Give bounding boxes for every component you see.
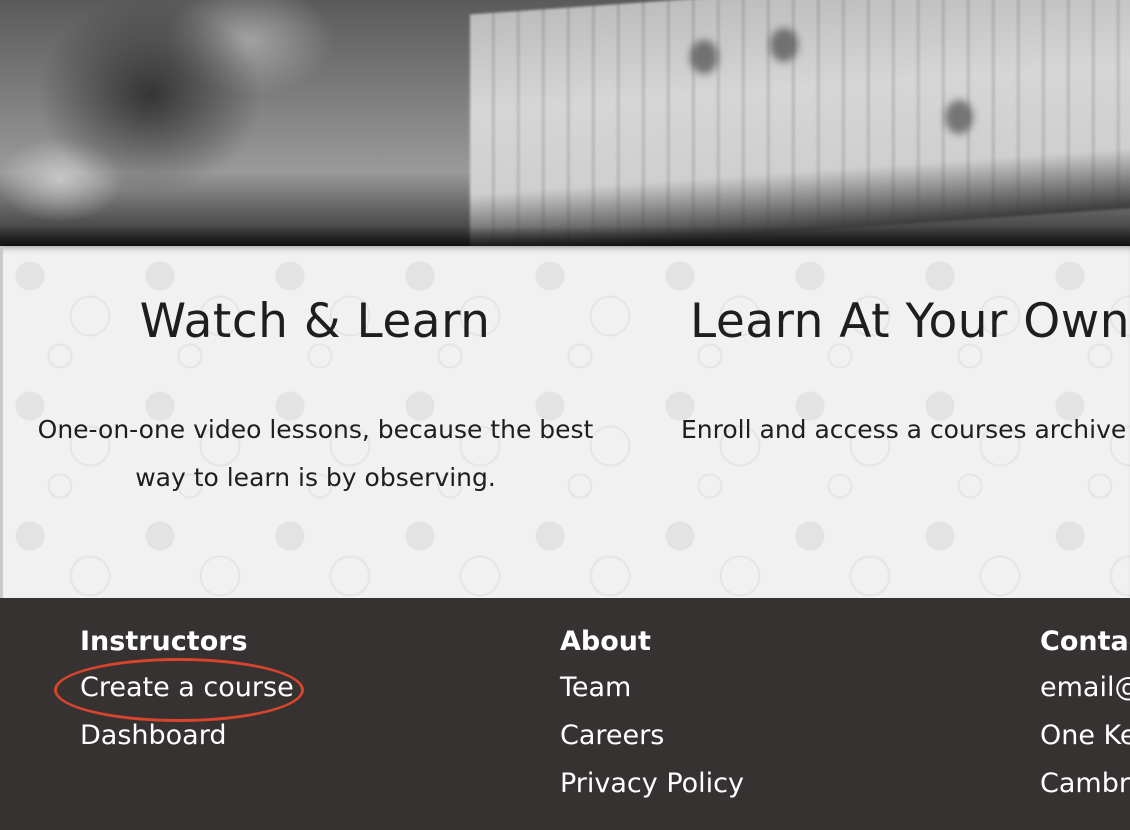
- footer-heading: Contac: [1040, 626, 1130, 657]
- footer-link-careers[interactable]: Careers: [560, 720, 664, 751]
- footer-heading: About: [560, 626, 651, 657]
- footer-heading: Instructors: [80, 626, 248, 657]
- footer-column-about: About Team Careers Privacy Policy: [560, 620, 744, 808]
- hero-image: [0, 0, 1130, 246]
- footer-column-instructors: Instructors Create a course Dashboard: [80, 620, 294, 760]
- features-section: Watch & Learn One-on-one video lessons, …: [0, 246, 1130, 598]
- footer: Instructors Create a course Dashboard Ab…: [0, 598, 1130, 830]
- hero-fret-marker: [770, 28, 798, 62]
- footer-link-privacy-policy[interactable]: Privacy Policy: [560, 768, 744, 799]
- hero-fret-marker: [690, 40, 718, 74]
- hero-fret-marker: [945, 100, 973, 134]
- feature-description: Enroll and access a courses archive: [681, 415, 1127, 444]
- hero-fretboard: [470, 0, 1130, 246]
- footer-link-dashboard[interactable]: Dashboard: [80, 720, 226, 751]
- feature-title: Watch & Learn: [139, 294, 491, 349]
- page: Watch & Learn One-on-one video lessons, …: [0, 0, 1130, 830]
- hero-bottom-shadow: [0, 226, 1130, 246]
- footer-contact-list: email@ One Ke Cambri: [1040, 664, 1130, 808]
- feature-title: Learn At Your Own: [690, 294, 1130, 349]
- footer-contact-address-line-2: Cambri: [1040, 768, 1130, 799]
- feature-description: One-on-one video lessons, because the be…: [37, 415, 594, 492]
- footer-column-contact: Contac email@ One Ke Cambri: [1040, 620, 1130, 808]
- footer-contact-address-line-1: One Ke: [1040, 720, 1130, 751]
- footer-link-list: Create a course Dashboard: [80, 664, 294, 760]
- footer-link-list: Team Careers Privacy Policy: [560, 664, 744, 808]
- footer-contact-email[interactable]: email@: [1040, 672, 1130, 703]
- footer-link-team[interactable]: Team: [560, 672, 631, 703]
- footer-link-create-course[interactable]: Create a course: [80, 672, 294, 703]
